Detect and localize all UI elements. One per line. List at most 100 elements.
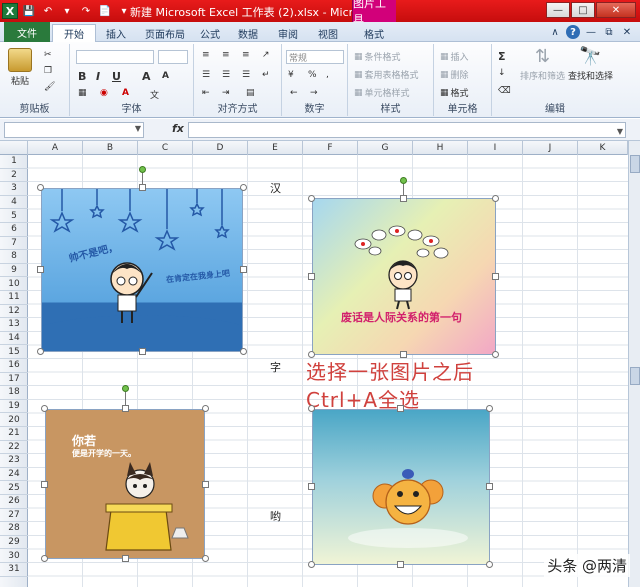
picture-4-handle-se[interactable]	[486, 561, 493, 568]
insert-function-button[interactable]: fx	[172, 122, 184, 135]
increase-indent-icon[interactable]: ⇥	[222, 88, 230, 98]
window-minimize-icon[interactable]: —	[584, 25, 598, 39]
conditional-format-button[interactable]: ▦ 条件格式	[354, 50, 401, 64]
cell-e27[interactable]: 哟	[270, 508, 281, 524]
format-as-table-button[interactable]: ▦ 套用表格格式	[354, 68, 419, 82]
delete-cells-button[interactable]: ▦ 删除	[440, 68, 469, 82]
picture-2-rotate-handle[interactable]	[400, 177, 407, 184]
vertical-scrollbar-thumb[interactable]	[630, 155, 640, 173]
clear-icon[interactable]: ⌫	[498, 86, 511, 96]
row-header[interactable]: 18	[0, 386, 28, 400]
row-header[interactable]: 7	[0, 237, 28, 251]
picture-2-handle-se[interactable]	[492, 351, 499, 358]
row-header[interactable]: 3	[0, 182, 28, 196]
align-right-icon[interactable]: ☰	[242, 70, 250, 80]
underline-button[interactable]: U	[112, 70, 121, 83]
vertical-scrollbar[interactable]	[628, 141, 640, 587]
row-header[interactable]: 4	[0, 196, 28, 210]
grow-font-button[interactable]: A	[142, 70, 151, 83]
row-header[interactable]: 22	[0, 441, 28, 455]
picture-4-handle-e[interactable]	[486, 483, 493, 490]
row-header[interactable]: 10	[0, 277, 28, 291]
cell-e3[interactable]: 汉	[270, 180, 281, 196]
column-header-i[interactable]: I	[468, 141, 523, 155]
picture-1[interactable]: 帅不是吧， 在肯定在我身上吧	[41, 188, 243, 352]
picture-3-rotate-handle[interactable]	[122, 385, 129, 392]
row-header[interactable]: 14	[0, 332, 28, 346]
picture-2-handle-ne[interactable]	[492, 195, 499, 202]
picture-2-handle-nw[interactable]	[308, 195, 315, 202]
name-box[interactable]: ▼	[4, 122, 144, 138]
find-select-button[interactable]: 🔭 查找和选择	[568, 46, 613, 82]
row-header[interactable]: 13	[0, 318, 28, 332]
decrease-decimal-icon[interactable]: →	[310, 88, 318, 98]
column-header-c[interactable]: C	[138, 141, 193, 155]
picture-3-handle-e[interactable]	[202, 481, 209, 488]
row-header[interactable]: 27	[0, 509, 28, 523]
tab-page-layout[interactable]: 页面布局	[138, 24, 192, 42]
row-header[interactable]: 16	[0, 359, 28, 373]
bold-button[interactable]: B	[78, 70, 86, 83]
name-box-dropdown-icon[interactable]: ▼	[135, 124, 141, 133]
column-header-g[interactable]: G	[358, 141, 413, 155]
column-header-f[interactable]: F	[303, 141, 358, 155]
picture-2[interactable]: 废话是人际关系的第一句	[312, 198, 496, 355]
cell-styles-button[interactable]: ▦ 单元格样式	[354, 86, 410, 100]
shrink-font-button[interactable]: A	[162, 71, 169, 81]
cell-e16[interactable]: 字	[270, 359, 281, 375]
align-top-icon[interactable]: ≡	[202, 50, 210, 60]
minimize-button[interactable]: —	[546, 2, 570, 18]
row-header[interactable]: 29	[0, 536, 28, 550]
row-header[interactable]: 20	[0, 413, 28, 427]
excel-app-icon[interactable]: X	[2, 3, 18, 19]
tab-home[interactable]: 开始	[52, 24, 96, 42]
increase-decimal-icon[interactable]: ←	[290, 88, 298, 98]
row-header[interactable]: 23	[0, 454, 28, 468]
row-header[interactable]: 2	[0, 169, 28, 183]
insert-cells-button[interactable]: ▦ 插入	[440, 50, 469, 64]
format-cells-button[interactable]: ▦ 格式	[440, 86, 469, 100]
picture-2-handle-e[interactable]	[492, 273, 499, 280]
align-left-icon[interactable]: ☰	[202, 70, 210, 80]
vertical-scrollbar-marker[interactable]	[630, 367, 640, 385]
cut-icon[interactable]: ✂	[44, 50, 52, 60]
copy-icon[interactable]: ❐	[44, 66, 52, 76]
align-bottom-icon[interactable]: ≡	[242, 50, 250, 60]
picture-4-handle-sw[interactable]	[308, 561, 315, 568]
comma-icon[interactable]: ,	[326, 70, 329, 80]
window-close-icon[interactable]: ✕	[620, 25, 634, 39]
picture-3-handle-sw[interactable]	[41, 555, 48, 562]
number-format-combo[interactable]: 常规	[286, 50, 344, 64]
row-header[interactable]: 28	[0, 522, 28, 536]
merge-center-icon[interactable]: ▤	[246, 88, 255, 98]
sort-filter-button[interactable]: ⇅ 排序和筛选	[520, 46, 565, 82]
row-header[interactable]: 31	[0, 563, 28, 577]
paste-button[interactable]: 粘贴	[8, 48, 32, 87]
align-center-icon[interactable]: ☰	[222, 70, 230, 80]
percent-button[interactable]: %	[308, 70, 317, 80]
row-header[interactable]: 9	[0, 264, 28, 278]
row-header[interactable]: 5	[0, 209, 28, 223]
row-header[interactable]: 21	[0, 427, 28, 441]
font-size-combo[interactable]	[158, 50, 188, 64]
column-header-b[interactable]: B	[83, 141, 138, 155]
row-header[interactable]: 25	[0, 481, 28, 495]
column-header-a[interactable]: A	[28, 141, 83, 155]
tab-data[interactable]: 数据	[232, 24, 264, 42]
tab-format[interactable]: 格式	[356, 24, 392, 42]
picture-1-handle-nw[interactable]	[37, 184, 44, 191]
close-button[interactable]: ✕	[596, 2, 636, 18]
column-header-j[interactable]: J	[523, 141, 578, 155]
fill-color-icon[interactable]: ◉	[100, 88, 108, 98]
picture-1-handle-e[interactable]	[240, 266, 247, 273]
currency-icon[interactable]: ¥	[288, 70, 294, 80]
column-header-h[interactable]: H	[413, 141, 468, 155]
picture-1-handle-w[interactable]	[37, 266, 44, 273]
picture-1-handle-n[interactable]	[139, 184, 146, 191]
row-header[interactable]: 11	[0, 291, 28, 305]
row-header[interactable]: 1	[0, 155, 28, 169]
row-header[interactable]: 19	[0, 400, 28, 414]
row-header[interactable]: 26	[0, 495, 28, 509]
picture-4-handle-nw[interactable]	[308, 405, 315, 412]
picture-1-handle-s[interactable]	[139, 348, 146, 355]
